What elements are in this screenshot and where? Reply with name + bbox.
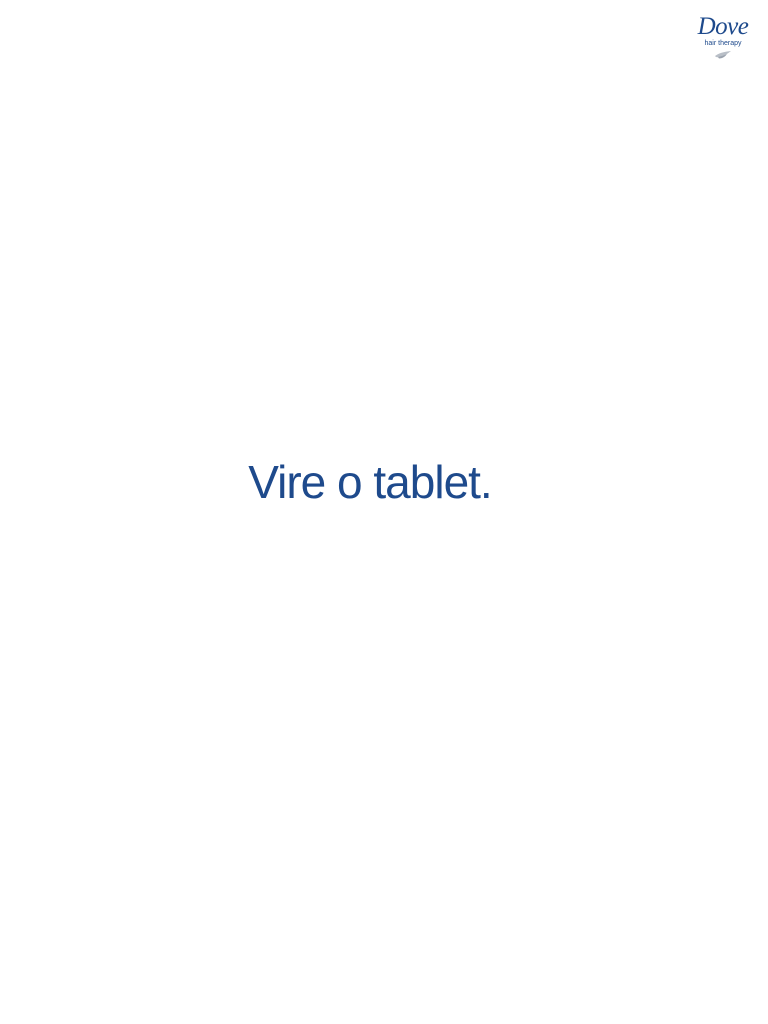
logo-tagline: hair therapy [704, 40, 742, 47]
rotate-tablet-message: Vire o tablet. [248, 456, 492, 508]
dove-bird-icon [715, 51, 731, 59]
logo-wordmark: Dove [697, 13, 749, 40]
dove-logo: Dove hair therapy [694, 14, 752, 60]
